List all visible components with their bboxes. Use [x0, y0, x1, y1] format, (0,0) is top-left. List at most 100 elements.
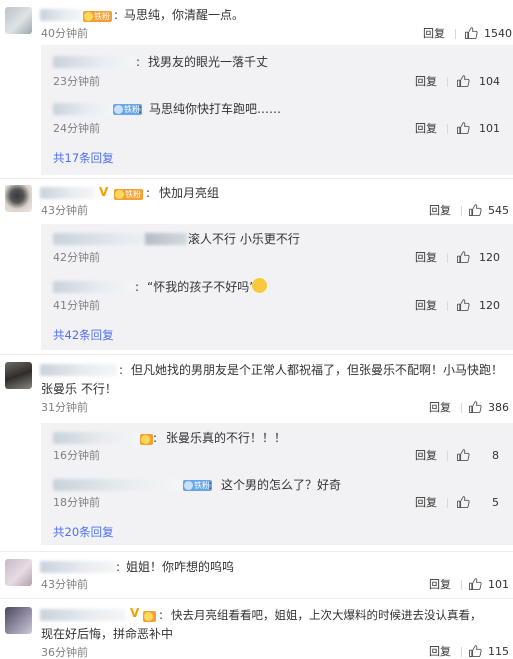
verified-v-icon: V: [99, 185, 109, 199]
divider: [447, 301, 448, 311]
fan-badge: [140, 434, 153, 445]
thumbs-up-icon[interactable]: [456, 298, 470, 312]
reply-button[interactable]: 回复: [429, 204, 451, 218]
reply-button[interactable]: 回复: [415, 496, 437, 510]
reply-colon: :: [208, 478, 213, 492]
like-count: 1540: [484, 27, 512, 40]
reply-button[interactable]: 回复: [415, 299, 437, 313]
reply-box: : 找男友的眼光一落千丈 23分钟前 回复 104 铁粉 : 马思纯你快打车跑吧…: [41, 45, 513, 175]
badge-icon: [184, 481, 193, 490]
thumbs-up-icon[interactable]: [456, 74, 470, 88]
divider: [0, 551, 513, 552]
divider: [447, 124, 448, 134]
divider: [0, 354, 513, 355]
reply-time: 24分钟前: [53, 122, 100, 135]
comment-time: 36分钟前: [41, 646, 88, 659]
badge-icon: [114, 105, 123, 114]
thumbs-up-icon[interactable]: [468, 400, 482, 414]
username[interactable]: [53, 281, 135, 293]
comment-text: 快加月亮组: [159, 186, 220, 200]
reply-time: 18分钟前: [53, 496, 100, 509]
thumbs-up-icon[interactable]: [456, 448, 470, 462]
like-count: 5: [492, 496, 499, 509]
thumbs-up-icon[interactable]: [464, 26, 478, 40]
like-count: 545: [488, 204, 509, 217]
comment-colon: :: [114, 8, 119, 22]
divider: [0, 598, 513, 599]
divider: [461, 403, 462, 413]
reply-button[interactable]: 回复: [415, 449, 437, 463]
comment-colon: :: [116, 560, 121, 574]
reply-colon: :: [138, 102, 143, 116]
fan-badge: [143, 611, 156, 622]
reply-text: 滚人不行 小乐更不行: [188, 232, 300, 246]
comment-text: 马思纯，你清醒一点。: [124, 8, 245, 22]
like-count: 104: [479, 75, 500, 88]
thumbs-up-icon[interactable]: [468, 644, 482, 658]
comment-time: 31分钟前: [41, 401, 88, 414]
comment-time: 40分钟前: [41, 27, 88, 40]
avatar[interactable]: [5, 362, 32, 389]
username[interactable]: [145, 233, 187, 245]
divider: [447, 253, 448, 263]
avatar[interactable]: [5, 607, 32, 634]
username[interactable]: [53, 432, 140, 444]
reply-colon: :: [153, 431, 158, 445]
thumbs-up-icon[interactable]: [468, 577, 482, 591]
divider: [447, 498, 448, 508]
username[interactable]: [53, 56, 135, 68]
reply-button[interactable]: 回复: [429, 578, 451, 592]
reply-text: “怀我的孩子不好吗”: [147, 280, 256, 294]
comment-colon: :: [159, 608, 164, 622]
divider: [461, 647, 462, 657]
username[interactable]: [40, 609, 126, 621]
divider: [461, 206, 462, 216]
more-replies-link[interactable]: 共17条回复: [53, 151, 114, 165]
reply-time: 42分钟前: [53, 251, 100, 264]
like-count: 386: [488, 401, 509, 414]
more-replies-link[interactable]: 共20条回复: [53, 525, 114, 539]
reply-button[interactable]: 回复: [423, 27, 445, 41]
like-count: 8: [492, 449, 499, 462]
reply-text: 马思纯你快打车跑吧……: [149, 102, 282, 116]
avatar[interactable]: [5, 7, 32, 34]
username[interactable]: [40, 364, 117, 376]
badge-icon: [144, 612, 153, 621]
username[interactable]: [53, 479, 181, 491]
reply-button[interactable]: 回复: [415, 122, 437, 136]
reply-button[interactable]: 回复: [415, 251, 437, 265]
avatar[interactable]: [5, 559, 32, 586]
comment-text-line1: 快去月亮组看看吧，姐姐，上次大爆料的时候进去没认真看，: [171, 608, 482, 622]
reply-button[interactable]: 回复: [429, 645, 451, 659]
like-count: 115: [488, 645, 509, 658]
fan-badge: 铁粉: [114, 189, 143, 200]
avatar[interactable]: [5, 185, 32, 212]
username[interactable]: [40, 561, 116, 573]
divider: [447, 77, 448, 87]
divider: [461, 580, 462, 590]
reply-text: 张曼乐真的不行！！！: [166, 431, 287, 445]
reply-box: 滚人不行 小乐更不行 42分钟前 回复 120 : “怀我的孩子不好吗” 41分…: [41, 224, 513, 350]
thumbs-up-icon[interactable]: [456, 250, 470, 264]
thumbs-up-icon[interactable]: [468, 203, 482, 217]
thumbs-up-icon[interactable]: [456, 121, 470, 135]
badge-icon: [84, 12, 93, 21]
reply-time: 41分钟前: [53, 299, 100, 312]
comment-time: 43分钟前: [41, 204, 88, 217]
comment-text-line2: 张曼乐 不行！: [41, 382, 117, 396]
reply-button[interactable]: 回复: [415, 75, 437, 89]
emoji-icon: [252, 278, 267, 293]
badge-icon: [141, 435, 150, 444]
reply-button[interactable]: 回复: [429, 401, 451, 415]
more-replies-link[interactable]: 共42条回复: [53, 328, 114, 342]
thumbs-up-icon[interactable]: [456, 495, 470, 509]
comment-text-line2: 现在好后悔，拼命恶补中: [41, 627, 174, 641]
username[interactable]: [53, 103, 113, 115]
username[interactable]: [40, 187, 95, 199]
comment-text: 姐姐！你咋想的呜呜: [126, 560, 235, 574]
reply-text: 这个男的怎么了？好奇: [221, 478, 342, 492]
reply-text: 找男友的眼光一落千丈: [148, 55, 269, 69]
comment-text-line1: 但凡她找的男朋友是个正常人都祝福了，但张曼乐不配啊！小马快跑！: [131, 363, 504, 377]
comment-time: 43分钟前: [41, 578, 88, 591]
username[interactable]: [40, 9, 82, 21]
